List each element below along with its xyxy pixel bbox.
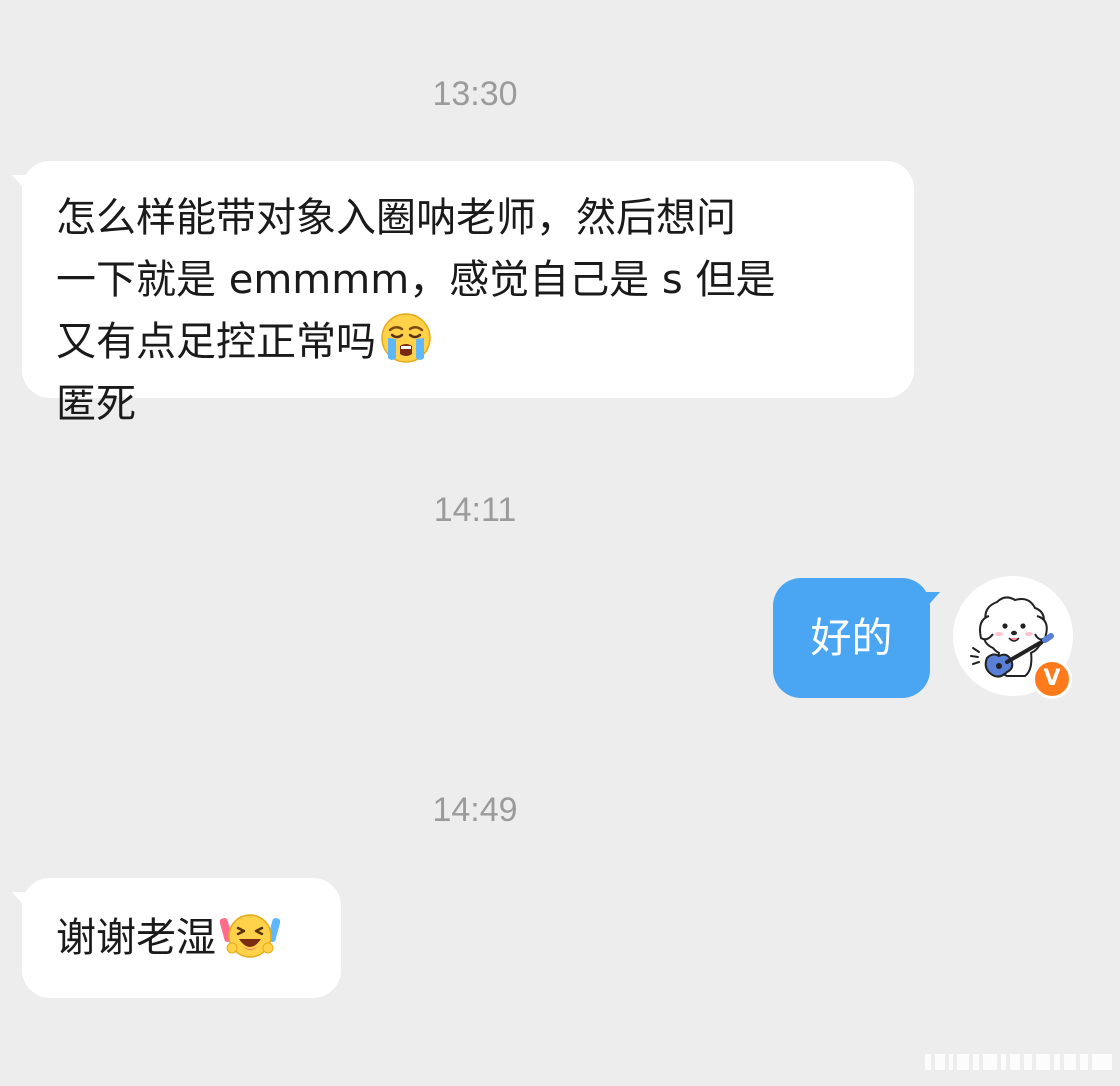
message-text-line: 一下就是 emmmm，感觉自己是 s 但是 xyxy=(56,257,776,303)
message-text: 谢谢老湿 xyxy=(56,915,216,961)
message-text-line-with-emoji: 又有点足控正常吗 xyxy=(56,311,880,373)
verified-badge: V xyxy=(1032,659,1072,699)
timestamp: 14:49 xyxy=(432,791,518,829)
cheering-face-with-glowsticks-icon xyxy=(220,914,280,958)
message-text-line: 怎么样能带对象入圈呐老师，然后想问 xyxy=(56,195,736,241)
message-text: 好的 xyxy=(810,614,893,662)
timestamp: 14:11 xyxy=(433,491,517,529)
incoming-message-bubble[interactable]: 谢谢老湿 xyxy=(12,878,341,998)
outgoing-message-bubble[interactable]: 好的 xyxy=(773,578,940,698)
watermark-pattern xyxy=(925,1054,1112,1070)
message-text-line: 匿死 xyxy=(56,381,136,427)
loudly-crying-face-icon xyxy=(381,313,431,363)
message-text: 又有点足控正常吗 xyxy=(56,319,376,365)
timestamp: 13:30 xyxy=(432,75,518,113)
incoming-message-bubble[interactable]: 怎么样能带对象入圈呐老师，然后想问 一下就是 emmmm，感觉自己是 s 但是 … xyxy=(12,161,914,427)
